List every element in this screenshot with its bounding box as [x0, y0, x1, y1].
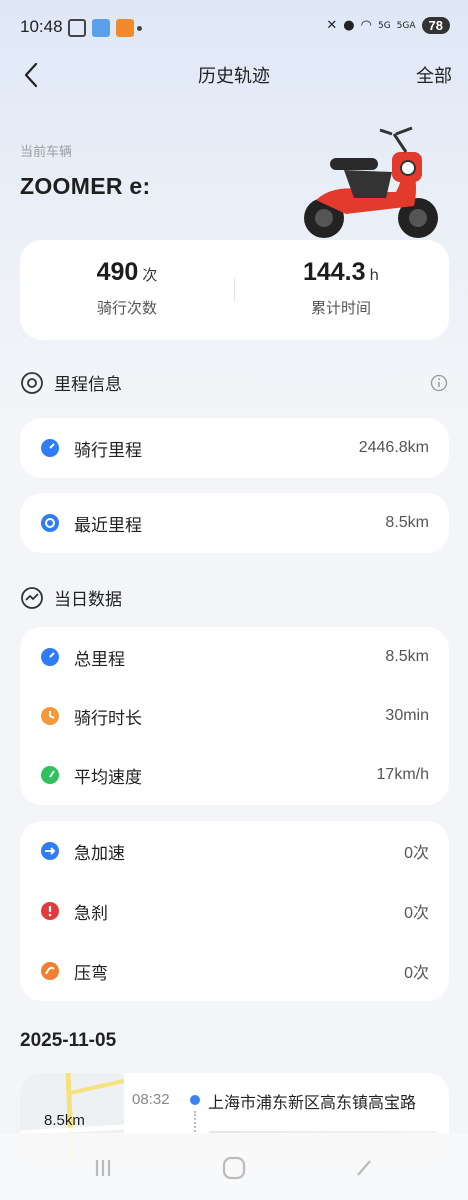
- ride-count-value: 490: [96, 258, 139, 286]
- trip-start-address: 上海市浦东新区高东镇高宝路: [208, 1093, 417, 1112]
- compass-icon: [41, 514, 59, 532]
- speed-gauge-icon: [41, 766, 59, 784]
- list-item[interactable]: 急加速 0次: [20, 821, 449, 881]
- list-item[interactable]: 骑行时长 30min: [20, 686, 449, 746]
- scooter-image: [304, 126, 438, 238]
- wifi-icon: ◠: [360, 18, 372, 33]
- row-value: 0次: [404, 905, 429, 922]
- row-label: 骑行里程: [74, 440, 142, 461]
- trend-chart-icon: [21, 586, 43, 609]
- ride-stats-card: 490 次 骑行次数 144.3 h 累计时间: [20, 240, 449, 340]
- ride-count-stat: 490 次 骑行次数: [20, 258, 234, 318]
- all-button[interactable]: 全部: [416, 62, 452, 88]
- status-time: 10:48: [20, 17, 63, 36]
- row-value: 0次: [404, 965, 429, 982]
- row-label: 最近里程: [74, 515, 142, 536]
- ride-count-label: 骑行次数: [96, 299, 157, 317]
- list-item[interactable]: 平均速度 17km/h: [20, 745, 449, 805]
- clock-icon: [41, 707, 59, 725]
- total-time-stat: 144.3 h 累计时间: [234, 258, 448, 318]
- app-notification-icon: [92, 19, 110, 37]
- trip-start-time: 08:32: [132, 1091, 170, 1108]
- more-notifications-dot: [137, 26, 142, 31]
- row-value: 2446.8km: [358, 439, 429, 456]
- mileage-section-title: 里程信息: [54, 375, 122, 395]
- status-indicators: ✕ ● ◠ 5G 5GA 78: [326, 17, 450, 34]
- signal-5g-icon: 5G: [377, 20, 391, 31]
- row-label: 压弯: [74, 963, 108, 984]
- acceleration-icon: [41, 842, 59, 860]
- total-time-label: 累计时间: [310, 299, 371, 317]
- list-item[interactable]: 总里程 8.5km: [20, 627, 449, 687]
- trip-date: 2025-11-05: [20, 1030, 117, 1051]
- ride-count-unit: 次: [142, 266, 158, 284]
- row-value: 8.5km: [385, 648, 429, 665]
- vehicle-name: ZOOMER e:: [20, 173, 151, 199]
- row-label: 平均速度: [74, 767, 142, 788]
- recent-apps-icon[interactable]: [90, 1155, 116, 1181]
- total-mileage-card[interactable]: 骑行里程 2446.8km: [20, 418, 449, 478]
- row-value: 17km/h: [376, 766, 429, 783]
- mileage-section-header: 里程信息: [20, 370, 122, 395]
- route-connector: [194, 1111, 196, 1135]
- system-navigation-bar: [0, 1133, 468, 1200]
- riding-behavior-card: 急加速 0次 急刹 0次 压弯 0次: [20, 821, 449, 1001]
- mute-icon: ✕: [326, 18, 338, 33]
- back-gesture-icon[interactable]: [352, 1155, 378, 1181]
- list-item[interactable]: 骑行里程 2446.8km: [20, 418, 449, 478]
- info-icon[interactable]: [430, 374, 448, 392]
- speedometer-icon: [41, 648, 59, 666]
- page-title: 历史轨迹: [198, 66, 270, 87]
- app-notification-icon-2: [116, 19, 134, 37]
- row-label: 总里程: [74, 649, 125, 670]
- home-icon[interactable]: [221, 1155, 247, 1181]
- row-label: 急加速: [74, 843, 125, 864]
- start-point-dot: [190, 1095, 200, 1105]
- total-time-value: 144.3: [302, 258, 366, 286]
- daily-section-title: 当日数据: [54, 590, 122, 610]
- list-item[interactable]: 最近里程 8.5km: [20, 493, 449, 553]
- total-time-unit: h: [369, 266, 380, 284]
- signal-5ga-icon: 5GA: [396, 20, 416, 31]
- trip-distance: 8.5km: [44, 1112, 85, 1129]
- current-vehicle-label: 当前车辆: [20, 145, 73, 160]
- row-value: 0次: [404, 845, 429, 862]
- daily-section-header: 当日数据: [20, 585, 122, 610]
- row-value: 30min: [385, 707, 429, 724]
- scan-icon: [68, 19, 86, 37]
- odometer-icon: [21, 371, 43, 394]
- recent-mileage-card[interactable]: 最近里程 8.5km: [20, 493, 449, 553]
- row-value: 8.5km: [385, 514, 429, 531]
- brake-alert-icon: [41, 902, 59, 920]
- daily-data-card: 总里程 8.5km 骑行时长 30min 平均速度 17km/h: [20, 627, 449, 805]
- row-label: 急刹: [74, 903, 108, 924]
- list-item[interactable]: 急刹 0次: [20, 881, 449, 941]
- row-label: 骑行时长: [74, 708, 142, 729]
- status-bar: 10:48 ✕ ● ◠ 5G 5GA 78: [0, 0, 468, 58]
- speedometer-icon: [41, 439, 59, 457]
- list-item[interactable]: 压弯 0次: [20, 941, 449, 1001]
- location-icon: ●: [343, 18, 355, 33]
- lean-icon: [41, 962, 59, 980]
- battery-indicator: 78: [421, 17, 450, 34]
